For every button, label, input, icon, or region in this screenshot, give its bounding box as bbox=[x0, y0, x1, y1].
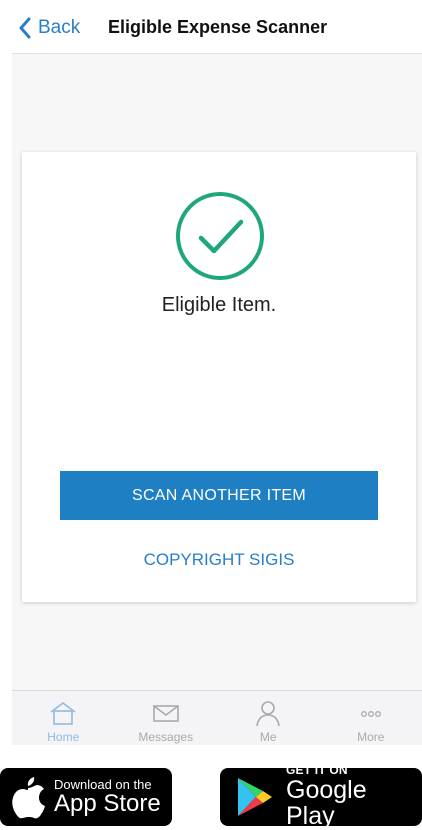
tab-label: Messages bbox=[138, 730, 193, 744]
google-play-logo-icon bbox=[230, 774, 280, 820]
more-dots-icon bbox=[356, 699, 386, 727]
envelope-icon bbox=[151, 699, 181, 727]
tab-messages[interactable]: Messages bbox=[115, 691, 218, 745]
person-icon bbox=[253, 699, 283, 727]
app-screen: Back Eligible Expense Scanner Eligible I… bbox=[12, 0, 422, 745]
check-circle-icon bbox=[174, 190, 266, 282]
tab-me[interactable]: Me bbox=[217, 691, 320, 745]
app-store-big-text: App Store bbox=[54, 791, 161, 816]
nav-header: Back Eligible Expense Scanner bbox=[12, 0, 422, 54]
apple-logo-icon bbox=[6, 774, 50, 820]
status-text: Eligible Item. bbox=[22, 294, 416, 317]
result-card: Eligible Item. SCAN ANOTHER ITEM COPYRIG… bbox=[22, 152, 416, 602]
app-store-small-text: Download on the bbox=[54, 778, 161, 792]
google-play-big-text: Google Play bbox=[286, 777, 422, 830]
copyright-link[interactable]: COPYRIGHT SIGIS bbox=[22, 550, 416, 570]
tab-more[interactable]: More bbox=[320, 691, 422, 745]
tab-label: More bbox=[357, 730, 384, 744]
page-title: Eligible Expense Scanner bbox=[108, 17, 327, 38]
google-play-badge[interactable]: GET IT ON Google Play bbox=[220, 768, 422, 826]
tab-home[interactable]: Home bbox=[12, 691, 115, 745]
tab-label: Home bbox=[47, 730, 79, 744]
back-button[interactable]: Back bbox=[18, 14, 80, 42]
home-icon bbox=[48, 699, 78, 727]
scan-another-item-button[interactable]: SCAN ANOTHER ITEM bbox=[60, 471, 378, 520]
back-label: Back bbox=[38, 17, 80, 39]
tab-bar: Home Messages Me More bbox=[12, 690, 422, 745]
app-store-badge[interactable]: Download on the App Store bbox=[0, 768, 172, 826]
chevron-left-icon bbox=[18, 17, 32, 39]
tab-label: Me bbox=[260, 730, 277, 744]
